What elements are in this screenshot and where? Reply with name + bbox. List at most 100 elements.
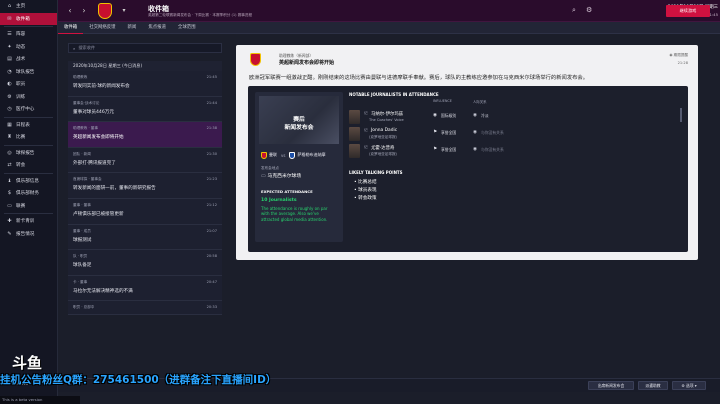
tab-focus[interactable]: 焦点报道 <box>142 22 172 34</box>
journalists-title: NOTABLE JOURNALISTS IN ATTENDANCE <box>349 92 439 97</box>
nav-label: 训练 <box>16 94 26 100</box>
stream-overlay-text: 挂机公告粉丝Q群：275461500（进群备注下直播间ID） <box>0 374 277 386</box>
forward-arrow-icon[interactable]: › <box>80 6 88 15</box>
home-crest-icon <box>261 151 267 159</box>
nav-item-squad[interactable]: ☰ 阵容 <box>0 28 57 41</box>
youth-icon: ✚ <box>7 218 12 225</box>
nav-item-home[interactable]: ⌂ 主页 <box>0 0 57 13</box>
expected-attendance-count: 10 Journalists <box>261 198 297 203</box>
inbox-message[interactable]: 卡 · 董事 马拉尔无法解决精神选的不满 20:47 <box>68 275 222 302</box>
nav-item-league[interactable]: ▭ 联赛 <box>0 200 57 213</box>
inbox-message-selected[interactable]: 助理教练 · 董事 英超新闻发布会即将开始 21:38 <box>68 122 222 148</box>
page-subtitle: 英超第二轮联赛新闻发布会 · 下周比赛 · 本赛季积分 (1) 赛事进程 <box>148 13 253 17</box>
nav-item-transfers[interactable]: ⇄ 转会 <box>0 159 57 172</box>
nav-item-scouting[interactable]: ◎ 球探报告 <box>0 147 57 160</box>
journalist-avatar <box>349 127 360 141</box>
options-button[interactable]: ⚙ 选项 ▾ <box>672 381 706 390</box>
away-crest-icon <box>289 151 296 159</box>
journalist-influence: 享誉全国 <box>441 147 457 152</box>
gear-icon[interactable]: ⚙ <box>586 6 592 14</box>
talking-point-text: 转会政策 <box>358 196 377 201</box>
tab-news[interactable]: 新闻 <box>122 22 143 34</box>
attend-press-button[interactable]: 出席新闻发布会 <box>588 381 634 390</box>
nav-label: 联赛 <box>16 203 26 209</box>
club-crest-icon[interactable] <box>98 3 112 19</box>
nav-divider <box>4 116 53 118</box>
search-icon: ⌕ <box>73 45 76 51</box>
club-crest-icon <box>250 53 261 66</box>
nav-label: 战术 <box>16 57 26 63</box>
message-time: 21:38 <box>206 126 217 131</box>
date-header: 2020年10月28日 星期三 (今日消息) <box>68 61 222 71</box>
tab-bar: 收件箱 社交网络反馈 新闻 焦点报道 全球范围 <box>58 22 720 34</box>
chevron-down-icon[interactable]: ▾ <box>120 6 128 15</box>
league-icon: ▭ <box>7 202 12 209</box>
nav-item-dynamics[interactable]: ✦ 动态 <box>0 41 57 54</box>
deadline-reminder[interactable]: ◉ 期限提醒 <box>669 53 688 58</box>
search-icon[interactable]: ⌕ <box>572 6 576 15</box>
message-from: 团队 · 新闻 <box>73 151 91 156</box>
journalist-outlet: The Coaches' Voice <box>369 118 404 122</box>
stream-logo: 斗鱼 <box>12 354 43 372</box>
nav-label: 转会 <box>16 163 26 169</box>
message-subject: 马拉尔无法解决精神选的不满 <box>73 288 133 294</box>
medical-icon: ◷ <box>7 106 12 113</box>
inbox-message[interactable]: 助理教练 转发同实前·球的新闻发布会 21:45 <box>68 71 222 97</box>
journalist-name: 尤霍·达普奇 <box>371 146 395 151</box>
nav-item-medical[interactable]: ◷ 医疗中心 <box>0 103 57 116</box>
tab-global[interactable]: 全球范围 <box>172 22 202 34</box>
nav-item-inbox[interactable]: ✉ 收件箱 <box>0 12 57 25</box>
nav-item-youth[interactable]: ✚ 新卡青训 <box>0 215 57 228</box>
nav-item-schedule[interactable]: ▦ 日程表 <box>0 119 57 132</box>
inbox-message[interactable]: 职员 · 总部中 20:33 <box>68 301 222 316</box>
nav-item-staff[interactable]: ◐ 职员 <box>0 78 57 91</box>
tab-inbox[interactable]: 收件箱 <box>58 22 84 34</box>
expected-attendance-title: EXPECTED ATTENDANCE <box>261 189 313 194</box>
journalist-row[interactable]: 记 马纳尔·伊尔玛兹 The Coaches' Voice ◉ 国际级别 ◉ 冷… <box>349 110 599 126</box>
journalists-scrollbar[interactable] <box>680 108 682 122</box>
inbox-message[interactable]: 团队 · 新闻 外部打·腾讯报道完了 21:30 <box>68 147 222 174</box>
nav-item-club-info[interactable]: ♝ 俱乐部信息 <box>0 175 57 188</box>
journalist-row[interactable]: 记 尤霍·达普奇 (克罗地亚足球报) ⚑ 享誉全国 ◉ 与你没有关系 <box>349 144 599 160</box>
nav-item-team-report[interactable]: ◔ 球队报告 <box>0 66 57 79</box>
scout-icon: ◎ <box>7 149 12 156</box>
nav-label: 新卡青训 <box>16 219 35 225</box>
message-from: 首席球探 · 董事会 <box>73 177 102 182</box>
nav-item-finances[interactable]: $ 俱乐部财务 <box>0 187 57 200</box>
nav-item-matches[interactable]: ♜ 比赛 <box>0 131 57 144</box>
inbox-search-input[interactable]: ⌕ 搜索收件 <box>68 43 222 53</box>
nav-label: 球探报告 <box>16 150 35 156</box>
inbox-message[interactable]: 董事 · 成员 球报测试 21:07 <box>68 224 222 251</box>
report-icon: ◔ <box>7 68 12 75</box>
back-arrow-icon[interactable]: ‹ <box>66 6 74 15</box>
continue-button[interactable]: 继续游戏 <box>666 5 710 17</box>
message-from: 队 · 职员 <box>73 254 88 259</box>
journalist-outlet: (克罗地亚足球报) <box>369 152 397 156</box>
inbox-message[interactable]: 队 · 职员 球队备足 20:58 <box>68 250 222 276</box>
inbox-message[interactable]: 董事会·战术讨论 董事对球员446万元 21:44 <box>68 96 222 123</box>
inbox-message[interactable]: 董事 · 董事 卢顿俱乐部已被接管更新 21:12 <box>68 198 222 225</box>
message-subject: 董事对球员446万元 <box>73 109 114 115</box>
tab-social[interactable]: 社交网络反馈 <box>83 22 121 34</box>
talking-point-text: 比赛总结 <box>358 180 377 185</box>
nav-label: 医疗中心 <box>16 107 35 113</box>
message-from: 职员 · 总部中 <box>73 305 95 310</box>
nav-divider <box>4 213 53 214</box>
nav-label: 职员 <box>16 82 26 88</box>
message-subject: 转发同实前·球的新闻发布会 <box>73 84 130 89</box>
nav-item-reports[interactable]: ✎ 报告情况 <box>0 228 57 241</box>
nav-item-tactics[interactable]: ▤ 战术 <box>0 53 57 66</box>
inbox-message[interactable]: 首席球探 · 董事会 转发新闻的面研一前，董事的新研究报告 21:23 <box>68 173 222 199</box>
press-conference-card: 赛后 新闻发布会 曼联 vs 萨格勒布迪纳摩 发布会地点 ▭ 马克西米尔球场 EX… <box>248 86 688 252</box>
send-assistant-button[interactable]: 派遣助教 <box>638 381 668 390</box>
flag-icon: ⚑ <box>433 147 438 152</box>
message-body: 欧洲冠军联赛一组激战正酣。刚刚结束的这场比赛由曼联与进德摩联手奉献。赛后，球队的… <box>249 75 589 81</box>
nav-label: 球队报告 <box>16 69 35 75</box>
talking-point: • 转会政策 <box>354 196 377 201</box>
left-navigation: ⌂ 主页 ✉ 收件箱 ☰ 阵容 ✦ 动态 ▤ 战术 ◔ 球队报告 ◐ 职员 ⚙ 训练 ◷ 医疗中心… <box>0 0 58 404</box>
message-time: 21:28 <box>677 61 688 65</box>
message-time: 21:07 <box>206 228 217 233</box>
journalist-row[interactable]: 记 Jonna Dadic (克罗地亚足球报) ⚑ 享誉全国 ◉ 与你没有关系 <box>349 127 599 143</box>
nav-label: 比赛 <box>16 135 26 141</box>
nav-item-training[interactable]: ⚙ 训练 <box>0 91 57 104</box>
